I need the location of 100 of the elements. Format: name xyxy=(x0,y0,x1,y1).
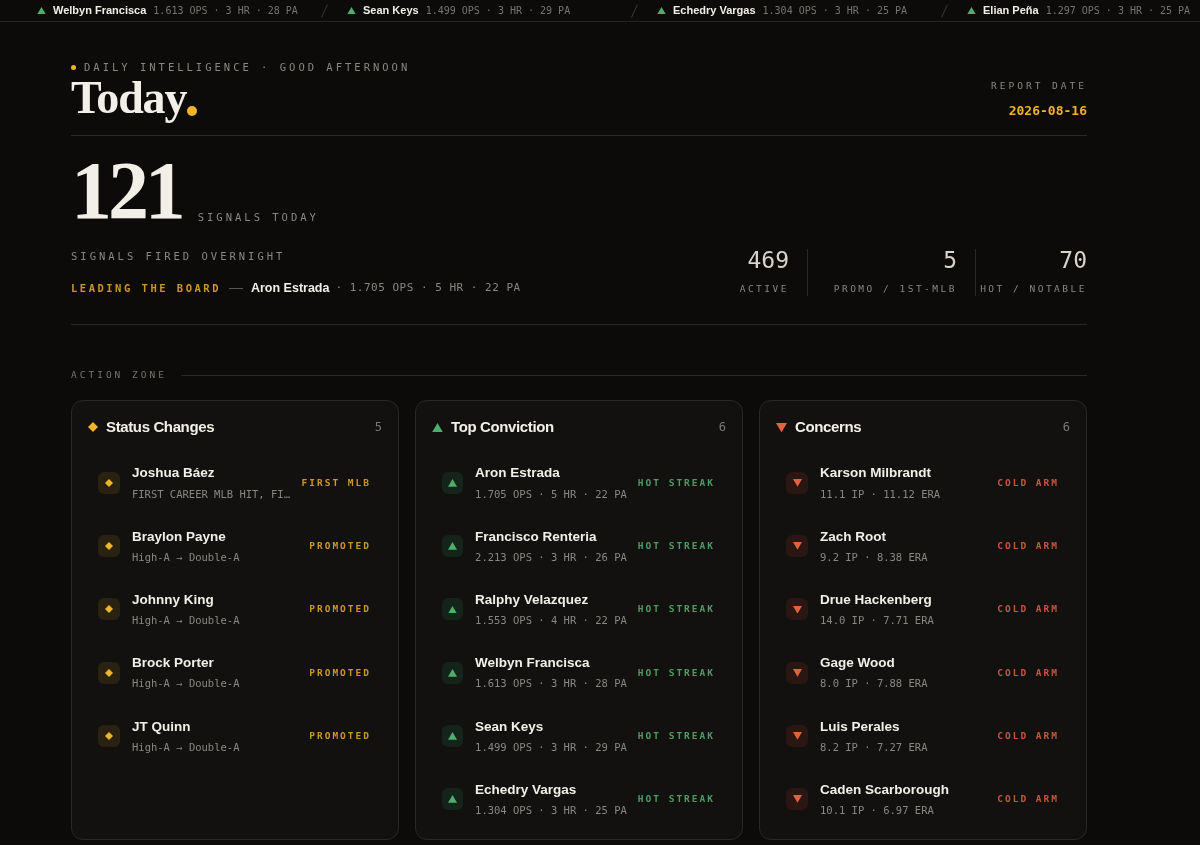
player-name[interactable]: Braylon Payne xyxy=(132,526,302,547)
player-detail: 1.553 OPS · 4 HR · 22 PA xyxy=(475,613,628,629)
player-detail: 1.304 OPS · 3 HR · 25 PA xyxy=(475,803,628,819)
signal-tag: COLD ARM xyxy=(997,602,1059,617)
leader-label: LEADING THE BOARD xyxy=(71,280,221,296)
player-name[interactable]: JT Quinn xyxy=(132,716,302,737)
triangle-up-icon xyxy=(347,6,356,15)
signal-tag: FIRST MLB xyxy=(301,475,371,490)
stat-label: ACTIVE xyxy=(739,281,789,296)
player-detail: 10.1 IP · 6.97 ERA xyxy=(820,803,935,819)
triangle-down-icon xyxy=(792,605,802,614)
signal-tag: HOT STREAK xyxy=(637,475,715,490)
stat-value: 5 xyxy=(943,248,957,272)
leader-name[interactable]: Aron Estrada xyxy=(250,279,330,298)
player-name[interactable]: Johnny King xyxy=(132,589,302,611)
player-name[interactable]: Echedry Vargas xyxy=(475,779,638,801)
player-detail: 8.2 IP · 7.27 ERA xyxy=(820,739,929,755)
report-date-label: REPORT DATE xyxy=(991,79,1087,93)
triangle-up-icon xyxy=(657,6,666,15)
ticker-stats: 1.613 OPS · 3 HR · 28 PA xyxy=(153,4,298,18)
signal-count-label: SIGNALS TODAY xyxy=(197,209,319,225)
panel-title: Status Changes xyxy=(106,416,215,437)
player-name[interactable]: Gage Wood xyxy=(820,653,990,674)
triangle-down-icon xyxy=(776,422,787,432)
player-detail: 1.613 OPS · 3 HR · 28 PA xyxy=(475,676,628,692)
triangle-up-icon xyxy=(448,668,458,677)
signal-tag: HOT STREAK xyxy=(637,665,715,680)
signal-tag: HOT STREAK xyxy=(637,792,715,807)
triangle-down-icon xyxy=(792,542,802,550)
diamond-icon xyxy=(104,478,113,487)
signal-tag: HOT STREAK xyxy=(637,728,715,744)
player-detail: 11.1 IP · 11.12 ERA xyxy=(820,486,942,502)
diamond-icon xyxy=(105,605,113,614)
signal-count: 121 xyxy=(71,155,182,226)
player-detail: 1.499 OPS · 3 HR · 29 PA xyxy=(475,739,628,755)
diamond-icon xyxy=(105,732,113,740)
signal-tag: COLD ARM xyxy=(997,475,1059,490)
player-name[interactable]: Caden Scarborough xyxy=(820,779,990,801)
signals-caption: SIGNALS FIRED OVERNIGHT xyxy=(71,249,287,265)
signal-tag: PROMOTED xyxy=(309,602,371,617)
signal-tag: PROMOTED xyxy=(309,728,371,744)
stat-label: PROMO / 1ST-MLB xyxy=(833,281,957,296)
diamond-icon xyxy=(88,422,98,433)
triangle-up-icon xyxy=(448,732,458,740)
player-detail: High-A → Double-A xyxy=(132,549,241,565)
stat-label: HOT / NOTABLE xyxy=(980,281,1087,296)
triangle-up-icon xyxy=(432,422,443,432)
player-name[interactable]: Welbyn Francisca xyxy=(475,653,638,674)
ticker-stats: 1.499 OPS · 3 HR · 29 PA xyxy=(425,4,571,18)
player-name[interactable]: Karson Milbrandt xyxy=(820,463,990,484)
triangle-down-icon xyxy=(792,795,802,804)
leader-stats: · 1.705 OPS · 5 HR · 22 PA xyxy=(335,280,521,297)
ticker-player[interactable]: Echedry Vargas xyxy=(673,2,756,19)
panel-title: Top Conviction xyxy=(451,416,554,437)
player-detail: High-A → Double-A xyxy=(132,613,241,629)
ticker-player[interactable]: Sean Keys xyxy=(363,2,419,19)
triangle-up-icon xyxy=(448,542,458,550)
signal-tag: PROMOTED xyxy=(309,539,371,554)
player-detail: 2.213 OPS · 3 HR · 26 PA xyxy=(475,549,628,565)
player-name[interactable]: Sean Keys xyxy=(475,716,638,737)
panel-count: 5 xyxy=(374,419,382,437)
player-name[interactable]: Joshua Báez xyxy=(131,463,302,484)
diamond-icon xyxy=(105,542,113,551)
triangle-up-icon xyxy=(448,479,458,487)
panel-count: 6 xyxy=(718,419,726,437)
panel-count: 6 xyxy=(1062,419,1070,437)
player-detail: High-A → Double-A xyxy=(132,676,241,692)
diamond-icon xyxy=(105,668,113,677)
stat-value: 70 xyxy=(1059,248,1087,272)
player-name[interactable]: Luis Perales xyxy=(820,716,990,737)
player-name[interactable]: Zach Root xyxy=(820,526,990,547)
signal-tag: PROMOTED xyxy=(309,665,371,680)
panel-title: Concerns xyxy=(795,416,862,437)
player-detail: 14.0 IP · 7.71 ERA xyxy=(820,613,935,629)
eyebrow-text: DAILY INTELLIGENCE · GOOD AFTERNOON xyxy=(84,60,411,75)
player-name[interactable]: Ralphy Velazquez xyxy=(475,589,638,611)
player-detail: High-A → Double-A xyxy=(132,739,241,755)
signal-tag: COLD ARM xyxy=(997,539,1059,554)
signal-tag: COLD ARM xyxy=(997,792,1059,807)
triangle-down-icon xyxy=(792,479,802,487)
player-detail: 1.705 OPS · 5 HR · 22 PA xyxy=(475,486,628,502)
player-detail: 9.2 IP · 8.38 ERA xyxy=(820,549,929,565)
ticker-player[interactable]: Elian Peña xyxy=(983,2,1039,19)
signal-tag: COLD ARM xyxy=(997,665,1059,680)
ticker-stats: 1.297 OPS · 3 HR · 25 PA xyxy=(1045,4,1191,18)
triangle-up-icon xyxy=(448,795,458,804)
triangle-up-icon xyxy=(37,6,46,15)
signal-tag: HOT STREAK xyxy=(637,602,715,617)
player-name[interactable]: Aron Estrada xyxy=(475,463,638,484)
player-name[interactable]: Francisco Renteria xyxy=(475,526,638,547)
player-name[interactable]: Brock Porter xyxy=(132,653,302,674)
triangle-down-icon xyxy=(792,732,802,740)
player-name[interactable]: Drue Hackenberg xyxy=(820,589,990,611)
ticker-player[interactable]: Welbyn Francisca xyxy=(53,2,147,19)
page-title: Today xyxy=(71,74,187,121)
triangle-down-icon xyxy=(792,668,802,677)
ticker-stats: 1.304 OPS · 3 HR · 25 PA xyxy=(762,4,908,18)
player-detail: 8.0 IP · 7.88 ERA xyxy=(820,676,929,692)
triangle-up-icon xyxy=(967,6,976,15)
signal-tag: HOT STREAK xyxy=(637,539,715,554)
